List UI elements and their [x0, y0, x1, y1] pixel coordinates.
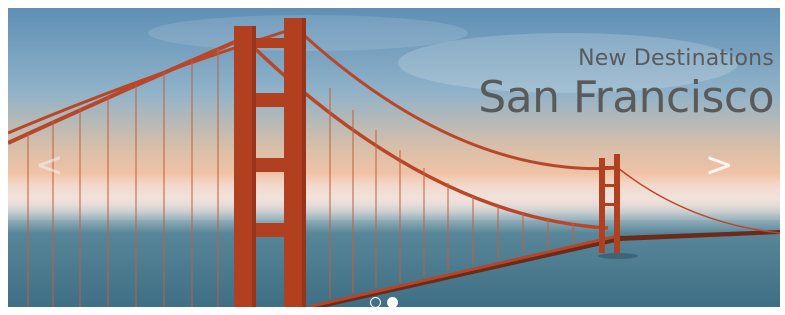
hero-caption: New Destinations San Francisco	[478, 46, 774, 124]
carousel-pagination	[370, 297, 398, 307]
carousel-dot[interactable]	[387, 297, 398, 307]
hero-subtitle: New Destinations	[578, 46, 774, 71]
hero-title: San Francisco	[478, 72, 774, 123]
hero-carousel: New Destinations San Francisco < >	[8, 8, 780, 307]
carousel-dot[interactable]	[370, 297, 381, 307]
chevron-right-icon[interactable]: >	[705, 148, 734, 182]
chevron-left-icon[interactable]: <	[35, 148, 64, 182]
